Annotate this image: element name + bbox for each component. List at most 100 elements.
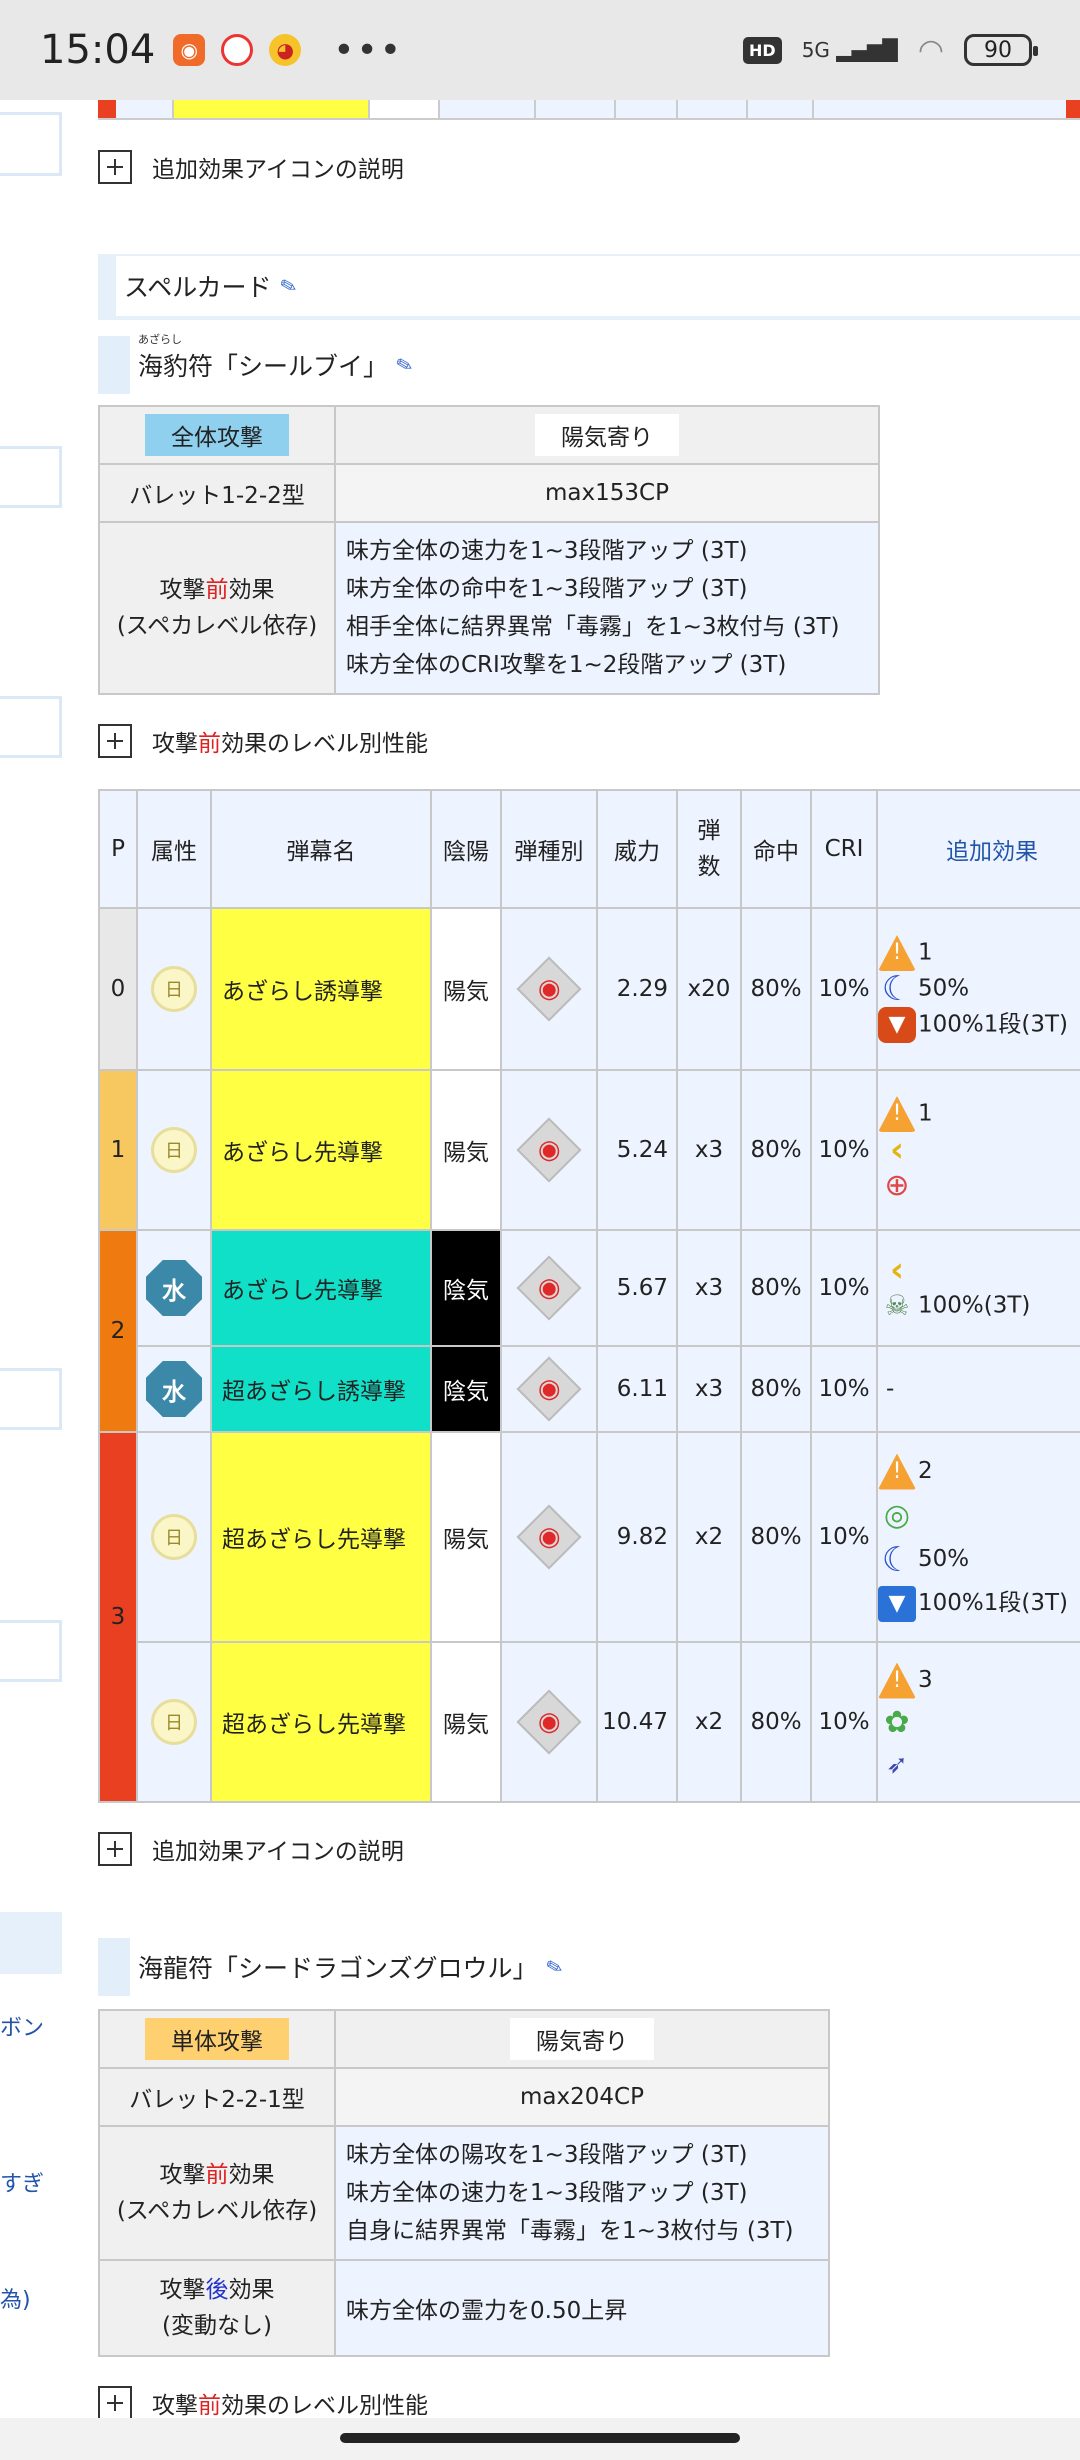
attack-type-cell: 全体攻撃 bbox=[98, 405, 336, 465]
max-cp: max153CP bbox=[334, 463, 880, 523]
record-icon bbox=[221, 34, 254, 66]
hd-icon: HD bbox=[743, 36, 782, 64]
sidebar-panel bbox=[0, 1368, 62, 1430]
sun-attribute-icon: 日 bbox=[151, 1127, 197, 1173]
bullet-type-icon: ◉ bbox=[516, 1117, 582, 1183]
bullet-cell: ◉ bbox=[500, 1345, 598, 1433]
status-bar: 15:04 ◉ ◕ ••• HD 5G ▂▄▆█ ◠ 90 bbox=[0, 0, 1080, 100]
label-part: 効果のレベル別性能 bbox=[221, 731, 428, 757]
icon-explain-toggle[interactable]: 追加効果アイコンの説明 bbox=[98, 150, 404, 184]
pre-effects: 味方全体の陽攻を1~3段階アップ (3T) 味方全体の速力を1~3段階アップ (… bbox=[334, 2125, 830, 2261]
col-header-name: 弾幕名 bbox=[210, 789, 432, 909]
card-title-label: 海龍符「シードラゴンズグロウル」 bbox=[138, 1954, 538, 1983]
post-effect-label: 攻撃後効果 (変動なし) bbox=[98, 2259, 336, 2357]
icon-explain-label: 追加効果アイコンの説明 bbox=[152, 157, 404, 183]
barrage-name: あざらし先導撃 bbox=[210, 1069, 432, 1231]
fx-value: 100%(3T) bbox=[918, 1292, 1031, 1319]
edit-icon[interactable]: ✎ bbox=[277, 272, 299, 300]
section-header-spellcard: スペルカード ✎ bbox=[98, 254, 1080, 320]
bullet-cell: ◉ bbox=[500, 1641, 598, 1803]
yinyang-cell: 陽気寄り bbox=[334, 405, 880, 465]
attr-label: 日 bbox=[165, 980, 183, 1001]
count-value: x2 bbox=[676, 1641, 742, 1803]
weibo-icon: ◕ bbox=[269, 34, 302, 66]
label-part-red: 前 bbox=[205, 2162, 229, 2188]
hit-value: 80% bbox=[740, 1641, 812, 1803]
water-attribute-icon: 水 bbox=[146, 1361, 202, 1417]
more-notifications-icon: ••• bbox=[333, 29, 403, 71]
col-header-yinyang: 陰陽 bbox=[430, 789, 502, 909]
edit-icon[interactable]: ✎ bbox=[543, 1953, 565, 1981]
table-row: 0 日 あざらし誘導撃 陽気 ◉ 2.29 x20 80% 10% ! 1 ☾ 50… bbox=[98, 907, 1080, 1071]
expand-icon[interactable] bbox=[98, 150, 132, 184]
target-green-icon: ◎ bbox=[883, 1497, 911, 1533]
label-part: 攻撃 bbox=[159, 2162, 206, 2188]
sidebar-link[interactable]: ボン bbox=[0, 2010, 44, 2042]
app-notification-icon: ◉ bbox=[173, 34, 206, 66]
table-row: 日 超あざらし先導撃 陽気 ◉ 10.47 x2 80% 10% ! 3 ✿ ➶ bbox=[99, 1641, 1080, 1803]
label-sub: (変動なし) bbox=[162, 2313, 272, 2339]
expand-icon[interactable] bbox=[98, 2386, 132, 2420]
icon-explain-toggle[interactable]: 追加効果アイコンの説明 bbox=[98, 1832, 404, 1866]
sidebar-link[interactable]: すぎ bbox=[0, 2166, 44, 2198]
pre-effects: 味方全体の速力を1~3段階アップ (3T) 味方全体の命中を1~3段階アップ (… bbox=[334, 521, 880, 695]
label-part-blue: 後 bbox=[205, 2277, 229, 2303]
attr-cell: 日 bbox=[136, 1431, 212, 1643]
bullet-type-icon: ◉ bbox=[516, 1255, 582, 1321]
yinyang-value: 陽気 bbox=[430, 1431, 502, 1643]
hit-value: 80% bbox=[740, 1345, 812, 1433]
defense-break-icon: ▼ bbox=[878, 1007, 916, 1043]
fx-value: 50% bbox=[918, 1546, 970, 1572]
attack-type-badge: 単体攻撃 bbox=[145, 2018, 289, 2060]
col-header-p: P bbox=[98, 789, 138, 909]
col-header-cri: CRI bbox=[810, 789, 878, 909]
sidebar-panel bbox=[0, 446, 62, 508]
max-cp: max204CP bbox=[334, 2067, 830, 2127]
attack-up-icon: ! bbox=[878, 1662, 916, 1699]
fx-value: 3 bbox=[918, 1667, 933, 1693]
level-perf-toggle[interactable]: 攻撃前効果のレベル別性能 bbox=[98, 724, 428, 758]
col-header-power: 威力 bbox=[596, 789, 678, 909]
hit-value: 80% bbox=[740, 1431, 812, 1643]
fx-value: 50% bbox=[918, 975, 970, 1002]
green-splash-icon: ✿ bbox=[884, 1704, 910, 1740]
col-header-attr: 属性 bbox=[136, 789, 212, 909]
title-accent bbox=[98, 1938, 130, 1996]
level-perf-toggle[interactable]: 攻撃前効果のレベル別性能 bbox=[98, 2386, 428, 2420]
spellcard-title: あざらし 海豹符「シールブイ」 ✎ bbox=[98, 333, 416, 394]
battery-icon: 90 bbox=[964, 34, 1038, 66]
status-time: 15:04 bbox=[40, 27, 156, 73]
expand-icon[interactable] bbox=[98, 1832, 132, 1866]
barrage-name: 超あざらし先導撃 bbox=[210, 1641, 432, 1803]
shield-down-icon: ▼ bbox=[878, 1585, 916, 1622]
spellcard-title: 海龍符「シードラゴンズグロウル」 ✎ bbox=[98, 1938, 565, 1996]
card-title-label: 海豹符「シールブイ」 bbox=[138, 352, 389, 381]
cri-value: 10% bbox=[810, 1431, 878, 1643]
label-part-red: 前 bbox=[205, 577, 229, 603]
barrage-table: P 属性 弾幕名 陰陽 弾種別 威力 弾 数 命中 CRI 追加効果 0 日 あ… bbox=[98, 789, 1080, 1803]
extra-effects: ! 1 ☾ 50% ▼ 100%1段(3T) bbox=[876, 907, 1080, 1071]
extra-effects: ! 3 ✿ ➶ bbox=[876, 1641, 1080, 1803]
bullet-type-icon: ◉ bbox=[516, 1689, 582, 1755]
bullet-cell: ◉ bbox=[500, 907, 598, 1071]
spellcard-info-table: 全体攻撃 陽気寄り バレット1-2-2型 max153CP 攻撃前効果 (スペカ… bbox=[98, 405, 880, 695]
extra-effects: ! 2 ◎ ☾ 50% ▼ 100%1段(3T) bbox=[876, 1431, 1080, 1643]
attack-up-icon: ! bbox=[878, 1096, 916, 1132]
label-sub: (スペカレベル依存) bbox=[116, 2198, 318, 2224]
bullet-type-icon: ◉ bbox=[516, 956, 582, 1022]
home-indicator[interactable] bbox=[340, 2433, 740, 2443]
yinyang-cell: 陽気寄り bbox=[334, 2009, 830, 2069]
count-value: x3 bbox=[676, 1069, 742, 1231]
power-value: 5.67 bbox=[596, 1229, 678, 1347]
col-header-extra[interactable]: 追加効果 bbox=[876, 789, 1080, 909]
sidebar-link[interactable]: 為) bbox=[0, 2282, 31, 2314]
power-value: 9.82 bbox=[596, 1431, 678, 1643]
pre-effect-label: 攻撃前効果 (スペカレベル依存) bbox=[98, 2125, 336, 2261]
bullet-type-icon: ◉ bbox=[516, 1356, 582, 1422]
attr-label: 日 bbox=[165, 1528, 183, 1549]
previous-table-bottom bbox=[98, 100, 1080, 120]
expand-icon[interactable] bbox=[98, 724, 132, 758]
level-perf-label: 攻撃前効果のレベル別性能 bbox=[152, 724, 428, 758]
edit-icon[interactable]: ✎ bbox=[393, 351, 415, 379]
effect-line: 味方全体の速力を1~3段階アップ (3T) bbox=[346, 538, 748, 564]
